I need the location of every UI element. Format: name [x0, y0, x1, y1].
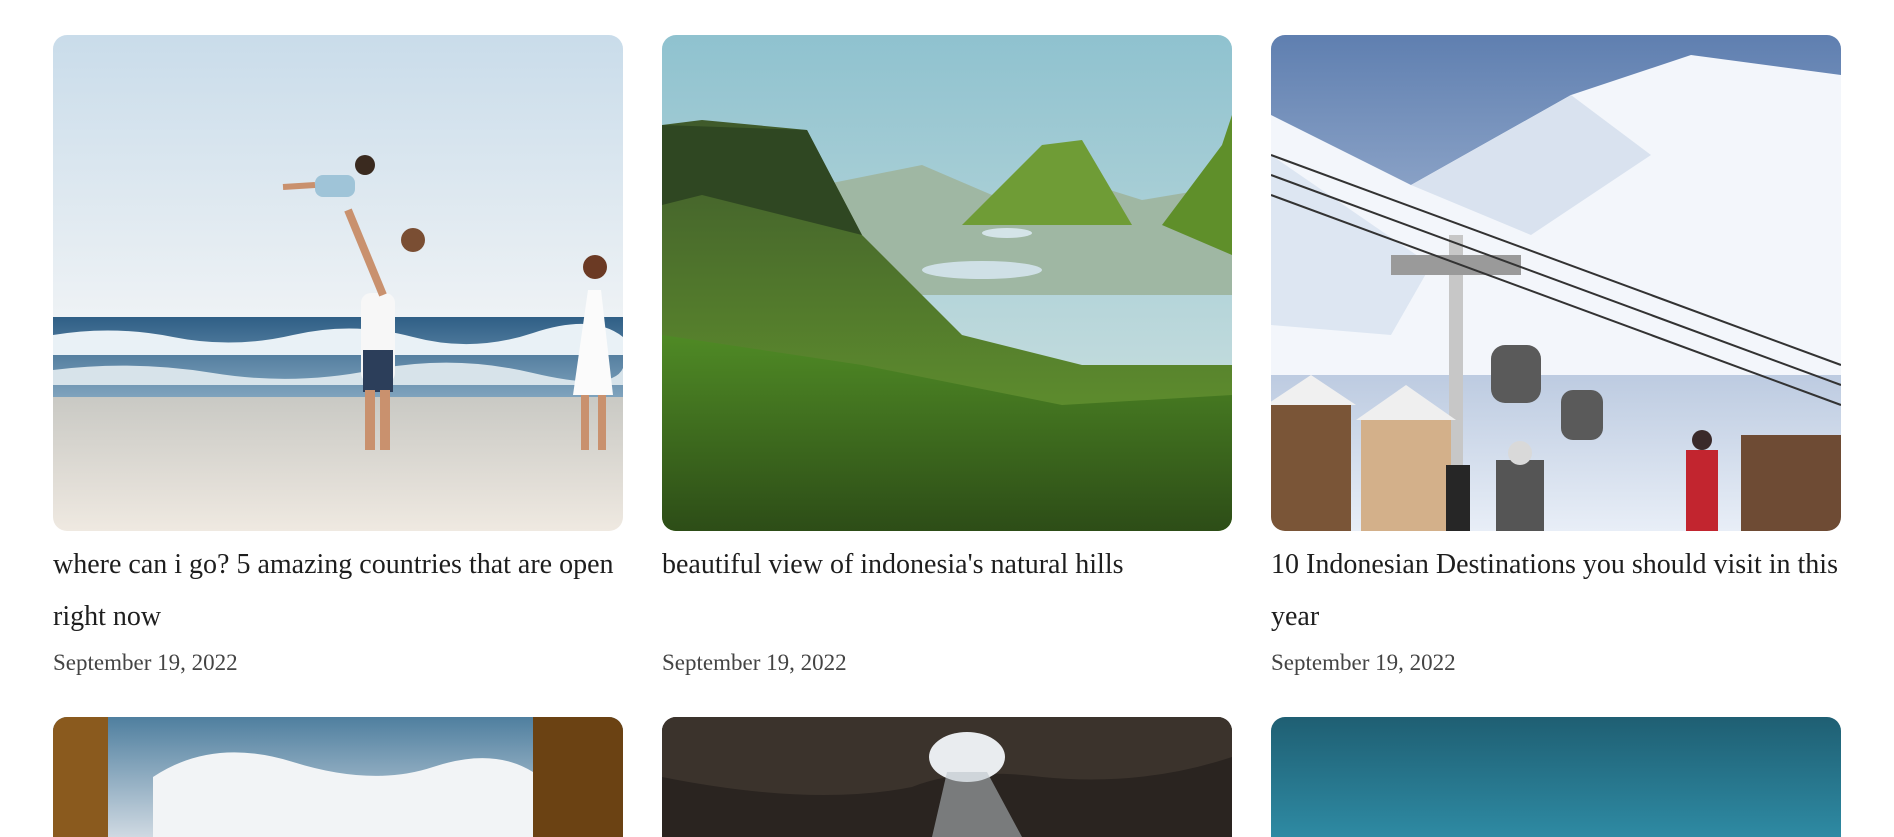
post-title[interactable]: where can i go? 5 amazing countries that… [53, 539, 623, 643]
post-thumbnail-window-view[interactable] [53, 717, 623, 837]
post-card-beach[interactable]: where can i go? 5 amazing countries that… [53, 35, 623, 677]
post-thumbnail-ocean[interactable] [1271, 717, 1841, 837]
post-thumbnail-hills[interactable] [662, 35, 1232, 531]
green-hills-image [662, 35, 1232, 531]
post-thumbnail-ski[interactable] [1271, 35, 1841, 531]
window-view-image [53, 717, 623, 837]
post-thumbnail-cave[interactable] [662, 717, 1232, 837]
post-card-ocean[interactable] [1271, 717, 1841, 837]
post-date: September 19, 2022 [1271, 650, 1456, 675]
post-date: September 19, 2022 [662, 650, 847, 675]
post-card-hills[interactable]: beautiful view of indonesia's natural hi… [662, 35, 1232, 677]
blog-post-grid: where can i go? 5 amazing countries that… [53, 35, 1841, 837]
cave-light-image [662, 717, 1232, 837]
post-date: September 19, 2022 [53, 650, 238, 675]
post-title[interactable]: beautiful view of indonesia's natural hi… [662, 539, 1232, 643]
post-thumbnail-beach[interactable] [53, 35, 623, 531]
post-title[interactable]: 10 Indonesian Destinations you should vi… [1271, 539, 1841, 643]
post-card-window-view[interactable] [53, 717, 623, 837]
beach-family-image [53, 35, 623, 531]
post-card-ski[interactable]: 10 Indonesian Destinations you should vi… [1271, 35, 1841, 677]
post-card-cave[interactable] [662, 717, 1232, 837]
ski-resort-image [1271, 35, 1841, 531]
ocean-image [1271, 717, 1841, 837]
